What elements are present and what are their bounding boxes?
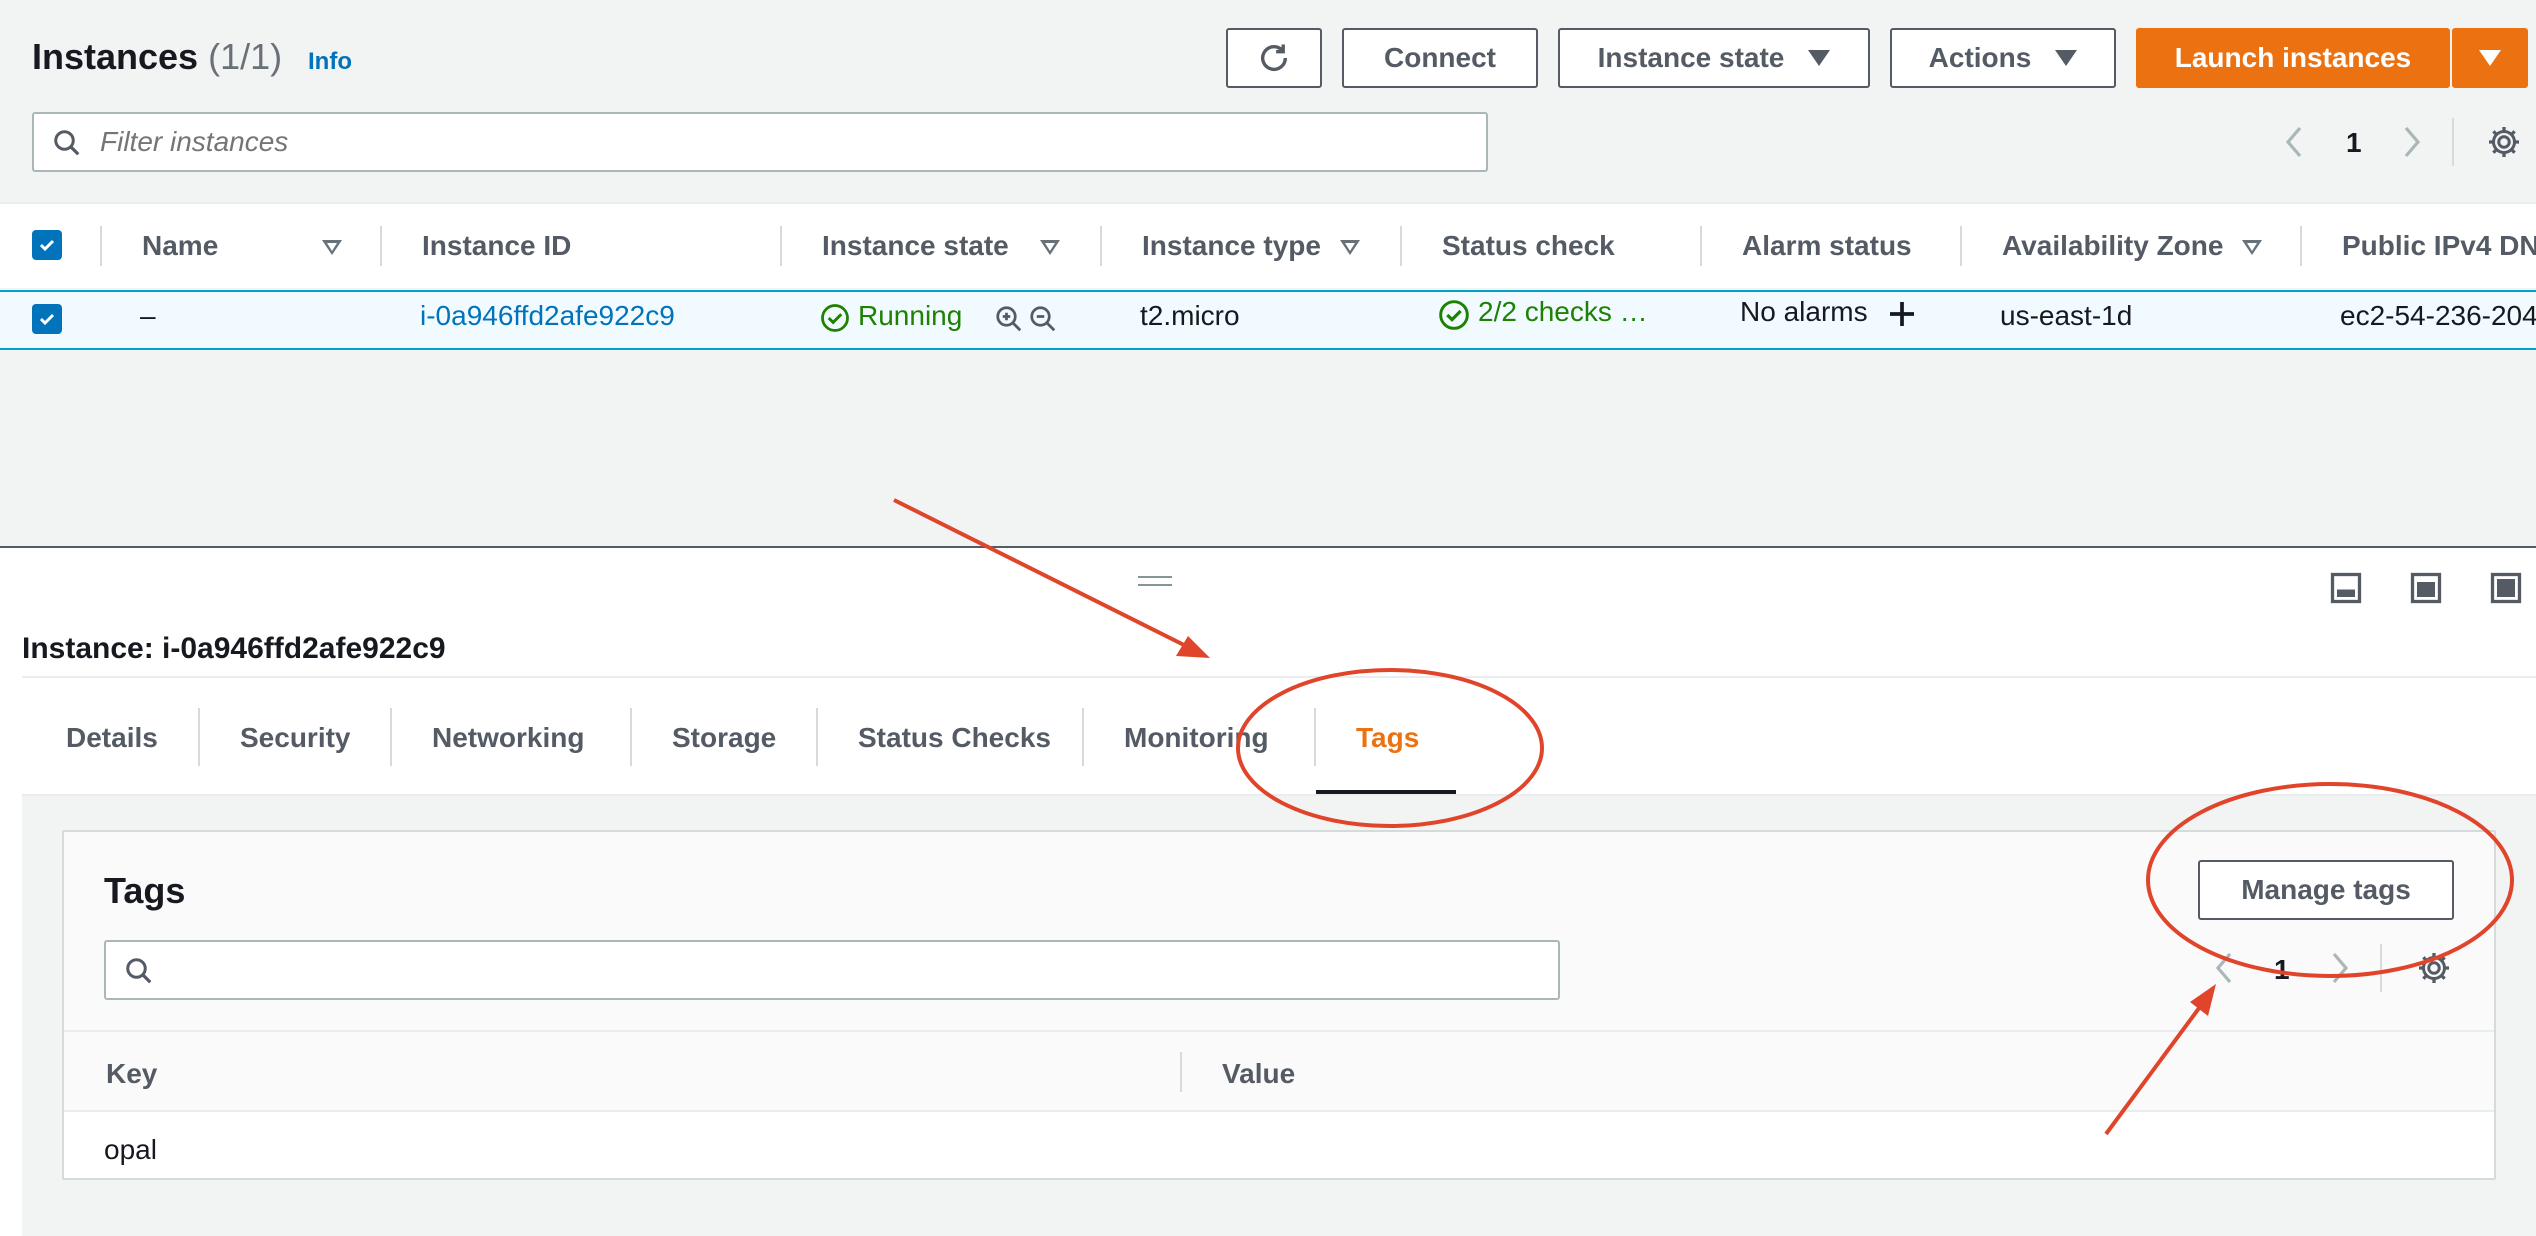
annotation-overlay — [893, 498, 2514, 1136]
annotation-arrow-manage-tags — [2104, 994, 2210, 1136]
annotation-circle-manage-tags — [2146, 782, 2514, 978]
annotation-arrowhead — [2190, 984, 2216, 1016]
annotation-arrow-tags — [893, 498, 1195, 652]
annotation-circle-tags — [1236, 668, 1544, 828]
annotation-arrowhead — [1176, 636, 1210, 658]
